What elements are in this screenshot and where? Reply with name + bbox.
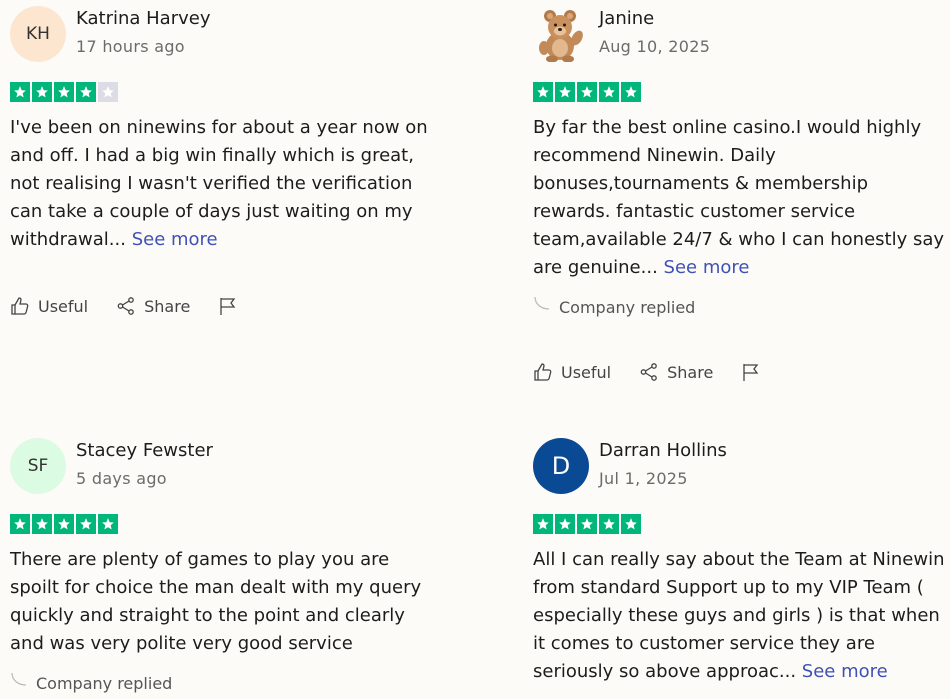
star-icon <box>76 514 96 534</box>
star-icon <box>599 514 619 534</box>
review-header: KH Katrina Harvey 17 hours ago <box>10 6 440 76</box>
see-more-link[interactable]: See more <box>802 661 888 682</box>
review-header: SF Stacey Fewster 5 days ago <box>10 438 440 508</box>
see-more-link[interactable]: See more <box>664 257 750 278</box>
review-date: 5 days ago <box>76 469 167 488</box>
review-date: Aug 10, 2025 <box>599 37 711 56</box>
star-icon <box>577 82 597 102</box>
star-icon <box>577 514 597 534</box>
review-actions: Useful Share <box>533 360 949 384</box>
star-icon <box>555 82 575 102</box>
star-icon <box>98 82 118 102</box>
review-actions: Useful Share <box>10 294 440 318</box>
star-icon <box>76 82 96 102</box>
reviewer-name[interactable]: Stacey Fewster <box>76 439 213 463</box>
avatar[interactable]: KH <box>10 6 66 62</box>
review-card: Janine Aug 10, 2025 By far the best onli… <box>533 6 949 384</box>
star-rating <box>10 514 440 534</box>
star-icon <box>98 514 118 534</box>
star-rating <box>533 82 949 102</box>
review-header: Janine Aug 10, 2025 <box>533 6 949 76</box>
teddy-bear-icon <box>539 10 583 62</box>
share-label: Share <box>667 362 714 382</box>
star-icon <box>533 514 553 534</box>
flag-icon <box>220 298 236 315</box>
star-icon <box>10 514 30 534</box>
review-body: I've been on ninewins for about a year n… <box>10 117 428 250</box>
review-text: All I can really say about the Team at N… <box>533 546 949 686</box>
avatar[interactable]: D <box>533 438 589 494</box>
report-button[interactable] <box>218 296 246 316</box>
share-icon <box>640 363 657 381</box>
company-replied[interactable]: Company replied <box>533 294 949 320</box>
review-card: KH Katrina Harvey 17 hours ago I've been… <box>10 6 440 318</box>
report-button[interactable] <box>741 362 769 382</box>
company-replied[interactable]: Company replied <box>10 670 440 696</box>
star-rating <box>533 514 949 534</box>
review-card: D Darran Hollins Jul 1, 2025 All I can r… <box>533 438 949 686</box>
useful-button[interactable]: Useful <box>10 296 88 316</box>
share-icon <box>117 297 134 315</box>
thumbs-up-icon <box>534 363 552 381</box>
star-icon <box>621 514 641 534</box>
review-header: D Darran Hollins Jul 1, 2025 <box>533 438 949 508</box>
share-button[interactable]: Share <box>116 296 190 316</box>
star-icon <box>32 514 52 534</box>
review-body: By far the best online casino.I would hi… <box>533 117 945 278</box>
useful-button[interactable]: Useful <box>533 362 611 382</box>
useful-label: Useful <box>561 362 612 382</box>
company-replied-label: Company replied <box>559 297 696 317</box>
reply-arc-icon <box>11 672 27 686</box>
avatar[interactable] <box>533 6 589 62</box>
review-text: By far the best online casino.I would hi… <box>533 114 949 282</box>
reviewer-name[interactable]: Darran Hollins <box>599 439 727 463</box>
star-icon <box>10 82 30 102</box>
reviewer-name[interactable]: Katrina Harvey <box>76 7 210 31</box>
review-date: 17 hours ago <box>76 37 185 56</box>
avatar[interactable]: SF <box>10 438 66 494</box>
company-replied-label: Company replied <box>36 673 173 693</box>
star-icon <box>54 82 74 102</box>
star-icon <box>54 514 74 534</box>
review-date: Jul 1, 2025 <box>599 469 688 488</box>
flag-icon <box>743 364 759 381</box>
see-more-link[interactable]: See more <box>132 229 218 250</box>
useful-label: Useful <box>38 296 89 316</box>
thumbs-up-icon <box>11 297 29 315</box>
star-icon <box>621 82 641 102</box>
review-card: SF Stacey Fewster 5 days ago There are p… <box>10 438 440 696</box>
star-icon <box>32 82 52 102</box>
star-icon <box>599 82 619 102</box>
star-icon <box>555 514 575 534</box>
reviewer-name[interactable]: Janine <box>599 7 710 31</box>
star-icon <box>533 82 553 102</box>
star-rating <box>10 82 440 102</box>
review-text: There are plenty of games to play you ar… <box>10 549 422 654</box>
reply-arc-icon <box>534 296 550 310</box>
share-label: Share <box>144 296 191 316</box>
share-button[interactable]: Share <box>639 362 713 382</box>
review-text: I've been on ninewins for about a year n… <box>10 114 440 254</box>
